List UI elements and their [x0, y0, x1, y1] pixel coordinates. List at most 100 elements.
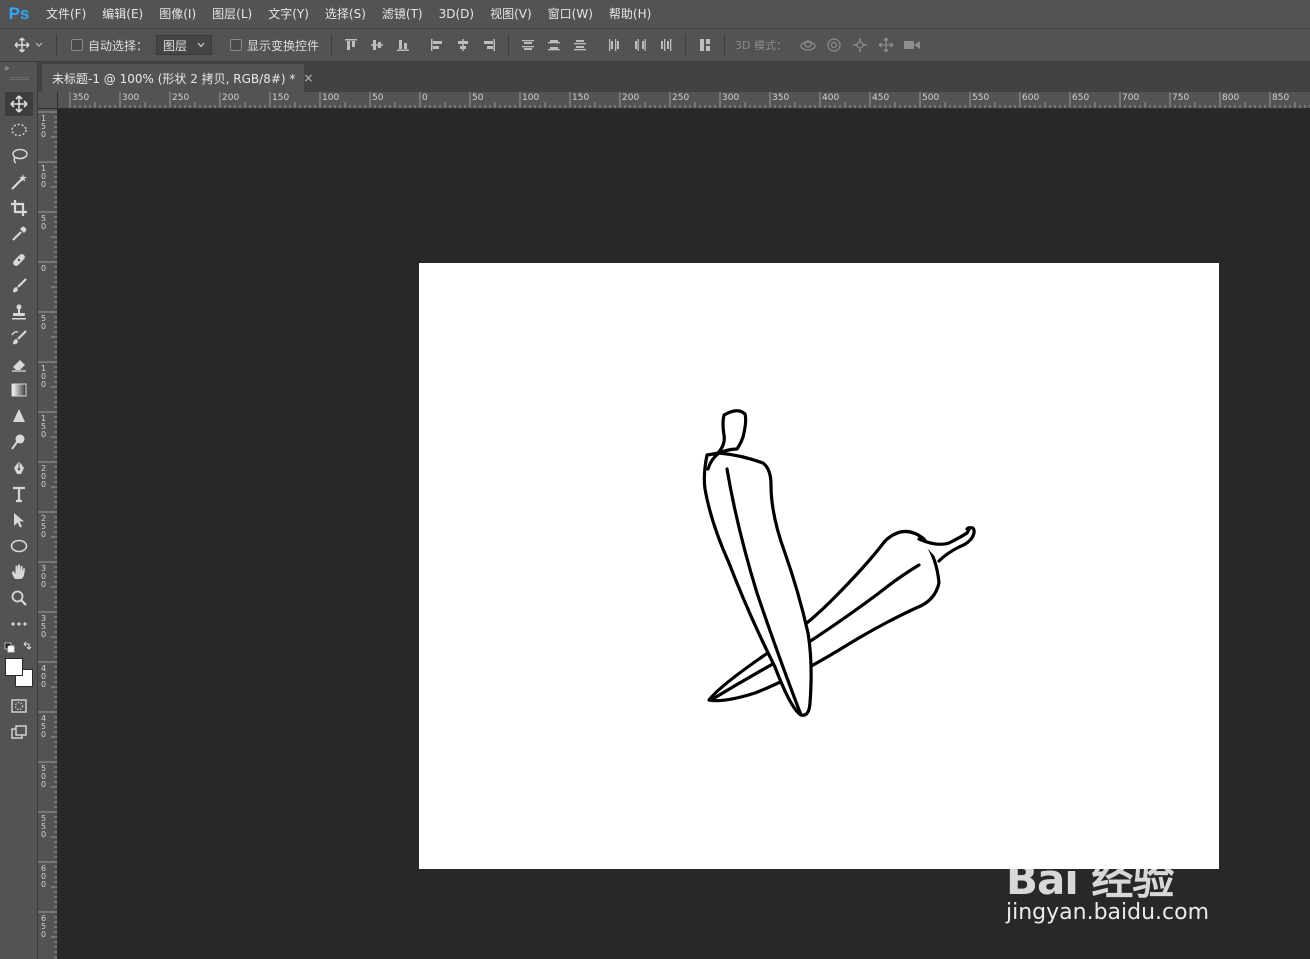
move-icon	[10, 95, 28, 113]
vertical-ruler[interactable]: 150 100 50 0 50 100 150 200 250 300 350 400 450 500 55…	[38, 109, 58, 959]
path-selection-tool[interactable]	[5, 508, 33, 532]
document-tab[interactable]: 未标题-1 @ 100% (形状 2 拷贝, RGB/8#) * ×	[42, 64, 313, 92]
distribute-left-icon	[609, 39, 620, 51]
eraser-tool[interactable]	[5, 352, 33, 376]
marquee-tool[interactable]	[5, 118, 33, 142]
ruler-label: 350	[72, 93, 90, 103]
color-swatches	[5, 658, 35, 688]
chili-peppers-artwork[interactable]	[419, 263, 1219, 869]
eyedropper-tool[interactable]	[5, 222, 33, 246]
document-canvas[interactable]	[419, 263, 1219, 869]
ellipse-tool[interactable]	[5, 534, 33, 558]
collapse-toolbar-icon[interactable]: »	[4, 64, 10, 74]
chevron-down-icon	[197, 42, 205, 48]
ruler-label: 400	[822, 93, 840, 103]
align-right-button[interactable]	[476, 32, 502, 58]
blur-tool[interactable]	[5, 404, 33, 428]
menu-3d[interactable]: 3D(D)	[431, 0, 482, 28]
history-brush-tool[interactable]	[5, 326, 33, 350]
move-tool[interactable]	[5, 92, 33, 116]
align-bottom-button[interactable]	[390, 32, 416, 58]
distribute-bottom-icon	[574, 40, 587, 51]
eraser-icon	[12, 360, 26, 372]
default-colors-icon[interactable]	[3, 640, 37, 656]
distribute-right-button[interactable]	[653, 32, 679, 58]
hand-icon	[12, 564, 25, 579]
brush-tool[interactable]	[5, 274, 33, 298]
menu-filter[interactable]: 滤镜(T)	[374, 0, 431, 28]
healing-brush-tool[interactable]	[5, 248, 33, 272]
align-left-button[interactable]	[424, 32, 450, 58]
3d-roll-button[interactable]	[821, 32, 847, 58]
3d-slide-button[interactable]	[873, 32, 899, 58]
magic-wand-tool[interactable]	[5, 170, 33, 194]
healing-icon	[13, 254, 25, 266]
align-vcenter-icon	[371, 40, 384, 50]
ruler-label: 450	[41, 714, 47, 739]
distribute-top-button[interactable]	[515, 32, 541, 58]
align-hcenter-button[interactable]	[450, 32, 476, 58]
menu-image[interactable]: 图像(I)	[151, 0, 204, 28]
menu-bar: Ps 文件(F) 编辑(E) 图像(I) 图层(L) 文字(Y) 选择(S) 滤…	[0, 0, 1310, 28]
3d-scale-button[interactable]	[899, 32, 925, 58]
distribute-top-icon	[522, 40, 535, 50]
pan-icon	[853, 38, 867, 52]
separator	[724, 34, 726, 56]
slide-icon	[878, 37, 894, 53]
pen-tool[interactable]	[5, 456, 33, 480]
lasso-icon	[12, 148, 28, 164]
type-tool[interactable]	[5, 482, 33, 506]
crop-tool[interactable]	[5, 196, 33, 220]
3d-orbit-button[interactable]	[795, 32, 821, 58]
screen-mode-button[interactable]	[5, 720, 33, 744]
3d-pan-button[interactable]	[847, 32, 873, 58]
align-vcenter-button[interactable]	[364, 32, 390, 58]
menu-select[interactable]: 选择(S)	[317, 0, 374, 28]
menu-help[interactable]: 帮助(H)	[601, 0, 659, 28]
foreground-color-swatch[interactable]	[5, 658, 23, 676]
close-icon[interactable]: ×	[303, 71, 313, 85]
document-tab-bar: 未标题-1 @ 100% (形状 2 拷贝, RGB/8#) * ×	[38, 62, 1310, 92]
menu-type[interactable]: 文字(Y)	[260, 0, 317, 28]
show-transform-checkbox[interactable]	[230, 39, 243, 51]
ruler-label: 500	[922, 93, 940, 103]
quick-mask-button[interactable]	[5, 694, 33, 718]
horizontal-ruler[interactable]: 350 300 250 200 150 100 50 0 50 100 150 200 250 300 35…	[58, 92, 1310, 109]
distribute-bottom-button[interactable]	[567, 32, 593, 58]
eyedropper-icon	[12, 226, 27, 241]
menu-window[interactable]: 窗口(W)	[540, 0, 601, 28]
menu-file[interactable]: 文件(F)	[38, 0, 94, 28]
distribute-vcenter-button[interactable]	[541, 32, 567, 58]
menu-view[interactable]: 视图(V)	[482, 0, 540, 28]
auto-select-label: 自动选择：	[88, 38, 149, 53]
lasso-tool[interactable]	[5, 144, 33, 168]
auto-align-button[interactable]	[692, 32, 718, 58]
toolbar-grip[interactable]	[9, 77, 29, 80]
align-top-button[interactable]	[338, 32, 364, 58]
auto-select-target-dropdown[interactable]: 图层	[156, 35, 213, 55]
dodge-tool[interactable]	[5, 430, 33, 454]
menu-edit[interactable]: 编辑(E)	[94, 0, 151, 28]
move-tool-icon	[14, 37, 43, 53]
ruler-label: 250	[172, 93, 190, 103]
ruler-label: 550	[972, 93, 990, 103]
ruler-label: 150	[572, 93, 590, 103]
distribute-hcenter-button[interactable]	[627, 32, 653, 58]
clone-stamp-tool[interactable]	[5, 300, 33, 324]
hand-tool[interactable]	[5, 560, 33, 584]
distribute-left-button[interactable]	[601, 32, 627, 58]
ruler-label: 450	[872, 93, 890, 103]
auto-align-icon	[700, 39, 711, 51]
ruler-label: 300	[41, 564, 47, 589]
align-bottom-icon	[397, 40, 410, 51]
ruler-label: 50	[372, 93, 384, 103]
auto-select-checkbox[interactable]	[71, 39, 83, 51]
marquee-icon	[11, 123, 27, 137]
ruler-origin[interactable]	[38, 92, 58, 109]
ruler-label: 100	[522, 93, 540, 103]
menu-layer[interactable]: 图层(L)	[204, 0, 260, 28]
gradient-tool[interactable]	[5, 378, 33, 402]
zoom-tool[interactable]	[5, 586, 33, 610]
edit-toolbar-button[interactable]	[5, 612, 33, 636]
tool-preset-picker[interactable]	[10, 32, 50, 58]
